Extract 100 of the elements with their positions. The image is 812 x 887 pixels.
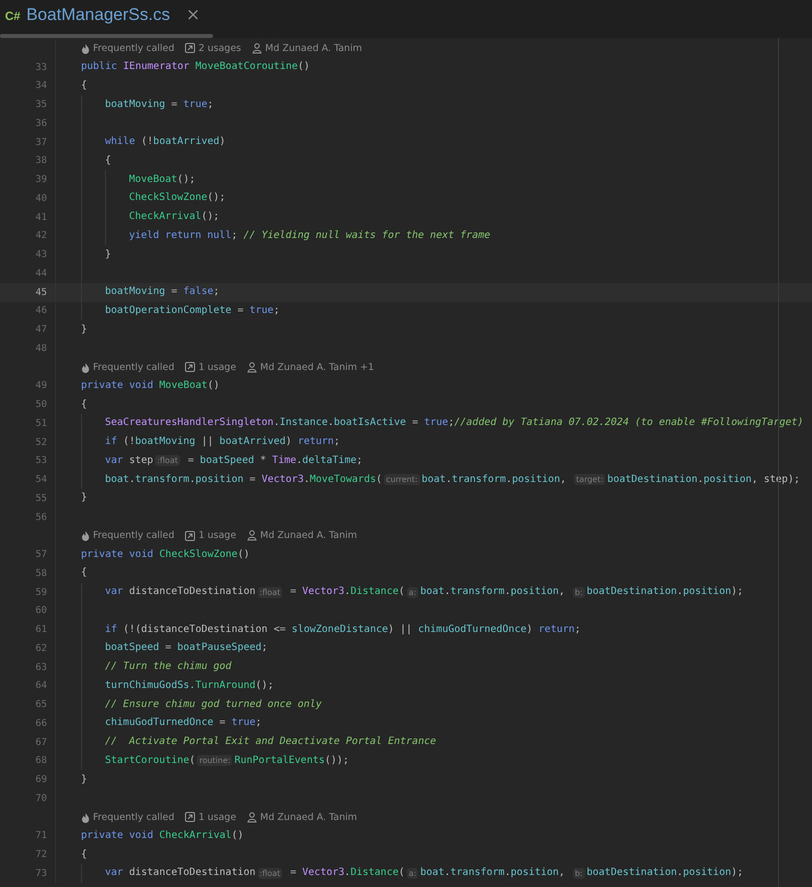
- line-number: 70: [36, 792, 47, 804]
- code-text: var step: [105, 454, 154, 468]
- inlay-hint: routine:: [197, 755, 232, 766]
- line-number: 47: [36, 324, 47, 336]
- person-icon: [252, 42, 262, 54]
- line-number: 65: [36, 699, 47, 710]
- code-text: boatDestination.position);: [586, 585, 744, 600]
- line-number: 38: [36, 155, 47, 166]
- hint-text: Frequently called: [81, 42, 174, 54]
- usages-link[interactable]: 1 usage: [185, 812, 236, 823]
- usages-link[interactable]: 1 usage: [185, 362, 236, 373]
- code-text: turnChimuGodSs.TurnAround();: [105, 678, 274, 693]
- line-number: 43: [36, 249, 47, 260]
- author-link[interactable]: Md Zunaed A. Tanim: [252, 42, 362, 54]
- usages-link[interactable]: 1 usage: [185, 530, 236, 542]
- author-link[interactable]: Md Zunaed A. Tanim: [247, 530, 358, 542]
- line-number: 35: [36, 99, 47, 110]
- code-text: {: [81, 566, 88, 580]
- line-number: 64: [36, 680, 47, 692]
- line-number: 56: [36, 512, 47, 523]
- line-number: 50: [36, 399, 47, 410]
- code-text: }: [105, 248, 112, 262]
- flame-icon: [81, 42, 90, 54]
- usages-link[interactable]: 2 usages: [185, 42, 242, 54]
- line-number: 49: [36, 380, 47, 392]
- inlay-hint: current:: [384, 474, 420, 486]
- inlay-hint: :float: [155, 455, 180, 466]
- line-number: 59: [36, 586, 47, 598]
- code-text: {: [81, 848, 88, 862]
- line-number: 71: [36, 830, 47, 842]
- code-text: boat.transform.position,: [420, 585, 566, 600]
- flame-icon: [81, 812, 90, 823]
- code-text: MoveBoat();: [129, 172, 196, 187]
- code-text: boatSpeed = boatPauseSpeed;: [105, 641, 268, 656]
- scrollbar-thumb[interactable]: [0, 34, 213, 38]
- code-text: }: [81, 772, 88, 787]
- person-icon: [247, 530, 258, 542]
- code-text: = Vector3.Distance(: [289, 585, 405, 600]
- line-number: 69: [36, 774, 47, 786]
- code-text: yield return null; // Yielding null waits for the next frame: [129, 228, 490, 243]
- code-text: {: [81, 398, 88, 412]
- code-text: RunPortalEvents());: [234, 754, 349, 768]
- code-text: = Vector3.Distance(: [289, 866, 405, 880]
- person-icon: [247, 362, 258, 373]
- code-text: boat.transform.position = Vector3.MoveTowards(: [105, 472, 382, 487]
- arrow-box-icon: [185, 530, 196, 541]
- line-number: 54: [36, 474, 47, 486]
- code-text: // Turn the chimu god: [105, 660, 232, 674]
- author-link[interactable]: Md Zunaed A. Tanim: [247, 812, 358, 823]
- code-text: if (!boatMoving || boatArrived) return;: [105, 435, 340, 450]
- code-text: boatDestination.position);: [586, 866, 744, 880]
- line-number: 40: [36, 192, 47, 204]
- code-text: = boatSpeed * Time.deltaTime;: [186, 454, 363, 468]
- line-number: 62: [36, 642, 47, 654]
- line-number: 42: [36, 230, 47, 242]
- code-text: boatDestination.position, step);: [607, 472, 800, 487]
- inlay-hint: :float: [258, 586, 282, 598]
- code-text: SeaCreaturesHandlerSingleton.Instance.boatIsActive = true;//added by Tatiana 07.02.2024 (to enable #FollowingTarget): [105, 416, 804, 430]
- flame-icon: [81, 530, 90, 542]
- hint-text: Frequently called: [81, 812, 174, 823]
- inlay-hint: a:: [406, 586, 418, 598]
- code-text: boat.transform.position,: [422, 472, 568, 487]
- line-number: 57: [36, 549, 47, 560]
- code-text: boatMoving = false;: [105, 285, 220, 300]
- line-number: 37: [36, 136, 47, 148]
- line-number: 63: [36, 662, 47, 673]
- close-button[interactable]: ×: [182, 5, 204, 25]
- code-text: {: [81, 78, 88, 93]
- code-text: boatOperationComplete = true;: [105, 304, 280, 318]
- line-number: 52: [36, 436, 47, 448]
- code-text: private void MoveBoat(): [81, 378, 220, 393]
- code-text: chimuGodTurnedOnce = true;: [105, 716, 262, 730]
- arrow-box-icon: [185, 812, 196, 822]
- inlay-hint: :float: [258, 868, 282, 879]
- code-text: while (!boatArrived): [105, 135, 226, 150]
- line-number: 66: [36, 718, 47, 729]
- flame-icon: [81, 362, 90, 373]
- code-text: // Activate Portal Exit and Deactivate Portal Entrance: [105, 735, 436, 750]
- code-text: if (!(distanceToDestination <= slowZoneDistance) || chimuGodTurnedOnce) return;: [105, 622, 581, 637]
- author-link[interactable]: Md Zunaed A. Tanim +1: [247, 362, 374, 373]
- code-text: private void CheckSlowZone(): [81, 548, 250, 562]
- code-text: }: [81, 322, 88, 337]
- line-number: 51: [36, 418, 47, 429]
- line-number: 34: [36, 80, 47, 92]
- line-number: 68: [36, 755, 47, 766]
- line-number: 58: [36, 568, 47, 579]
- code-text: StartCoroutine(: [105, 754, 196, 768]
- file-tab[interactable]: C# BoatManagerSs.cs: [5, 5, 170, 25]
- code-text: var distanceToDestination: [105, 866, 256, 880]
- code-text: {: [105, 154, 112, 168]
- line-number: 73: [36, 868, 47, 879]
- line-number: 53: [36, 455, 47, 466]
- line-number: 67: [36, 736, 47, 748]
- person-icon: [247, 812, 258, 823]
- arrow-box-icon: [185, 362, 196, 372]
- line-number: 36: [36, 118, 47, 129]
- code-text: boatMoving = true;: [105, 98, 214, 112]
- line-number: 41: [36, 212, 47, 223]
- hint-text: Frequently called: [81, 530, 174, 542]
- line-number: 39: [36, 174, 47, 186]
